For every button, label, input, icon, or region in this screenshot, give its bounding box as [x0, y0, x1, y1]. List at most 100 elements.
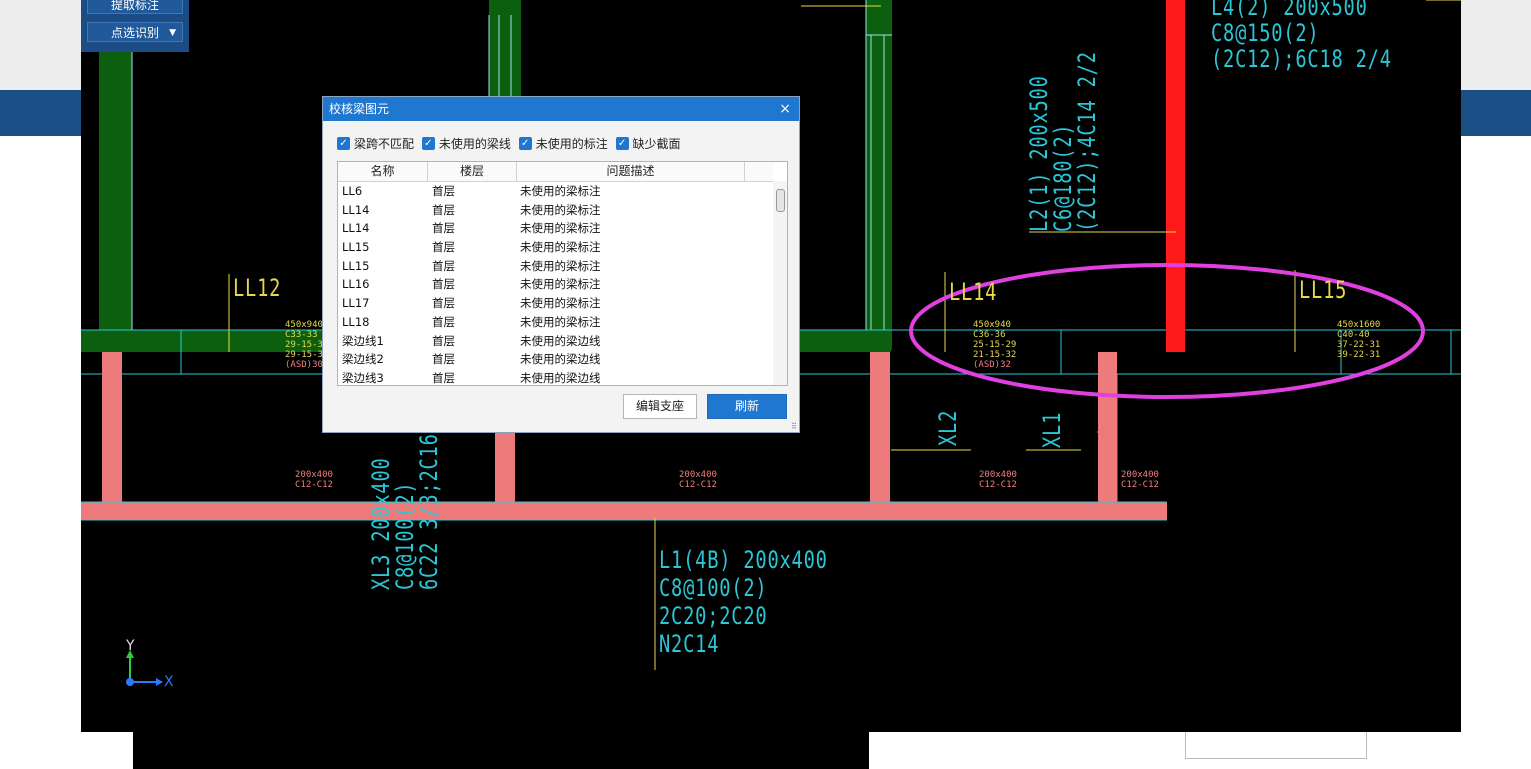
table-row[interactable]: 梁边线3 首层 未使用的梁边线 — [338, 369, 773, 385]
table-row[interactable]: 梁边线2 首层 未使用的梁边线 — [338, 350, 773, 369]
scrollbar-thumb[interactable] — [776, 189, 785, 212]
refresh-button[interactable]: 刷新 — [707, 394, 787, 419]
column-header-floor[interactable]: 楼层 — [428, 162, 517, 181]
table-body: LL6 首层 未使用的梁标注 LL14 首层 未使用的梁标注 LL14 首层 未使用的梁标注 LL… — [338, 182, 773, 385]
cell-name: 梁边线3 — [342, 370, 384, 385]
pink-column-4 — [1098, 352, 1117, 502]
pink-column-1 — [102, 352, 122, 502]
column-header-description[interactable]: 问题描述 — [517, 162, 745, 181]
extract-annotation-button[interactable]: 提取标注 — [87, 0, 183, 14]
cell-name: LL15 — [342, 240, 370, 255]
axis-x-label: X — [164, 674, 174, 690]
beam-section-text-3: 200x400 C12-C12 — [979, 470, 1017, 490]
cell-description: 未使用的梁边线 — [520, 352, 601, 367]
axis-y-label: Y — [126, 638, 135, 654]
close-icon[interactable]: × — [779, 97, 791, 121]
ll14-section-text: 450x940 C36-36 25-15-29 21-15-32 (ASD)32 — [973, 320, 1017, 370]
beam-section-text-1: 200x400 C12-C12 — [295, 470, 333, 490]
cell-description: 未使用的梁标注 — [520, 184, 601, 198]
cell-name: 梁边线1 — [342, 333, 384, 348]
cell-name: 梁边线2 — [342, 352, 384, 367]
cell-floor: 首层 — [432, 258, 455, 273]
table-row[interactable]: LL14 首层 未使用的梁标注 — [338, 201, 773, 220]
green-wall-right — [866, 0, 892, 350]
cell-description: 未使用的梁边线 — [520, 370, 601, 385]
filter-unused-beamline-checkbox[interactable]: ✓ 未使用的梁线 — [421, 135, 511, 152]
problem-table: 名称 楼层 问题描述 LL6 首层 未使用的梁标注 LL14 首层 未使用的梁标注 LL14… — [337, 161, 788, 386]
cell-floor: 首层 — [432, 221, 455, 236]
green-wall-left — [99, 0, 132, 350]
background-canvas-strip — [133, 730, 869, 769]
dropdown-caret-icon: ▼ — [169, 28, 176, 38]
cell-floor: 首层 — [432, 314, 455, 329]
checkmark-icon: ✓ — [337, 137, 350, 150]
ll15-label: LL15 — [1299, 276, 1348, 304]
cell-name: LL14 — [342, 202, 370, 217]
cell-floor: 首层 — [432, 296, 455, 311]
extract-annotation-label: 提取标注 — [110, 0, 159, 12]
table-row[interactable]: LL6 首层 未使用的梁标注 — [338, 182, 773, 201]
cell-floor: 首层 — [432, 333, 455, 348]
l2-annotation: L2(1) 200x500 C6@180(2) (2C12);4C14 2/2 — [1025, 51, 1101, 232]
point-recognize-label: 点选识别 — [110, 26, 159, 40]
filter-span-mismatch-checkbox[interactable]: ✓ 梁跨不匹配 — [337, 135, 414, 152]
cell-floor: 首层 — [432, 370, 455, 385]
check-beam-dialog: 校核梁图元 × ✓ 梁跨不匹配 ✓ 未使用的梁线 ✓ 未使用的标注 ✓ 缺少截面 名称 … — [322, 96, 800, 433]
cell-floor: 首层 — [432, 277, 455, 292]
cell-floor: 首层 — [432, 202, 455, 217]
resize-grip-icon[interactable]: ⠿ — [791, 422, 797, 431]
column-header-name[interactable]: 名称 — [338, 162, 428, 181]
pink-column-3 — [870, 352, 890, 502]
checkmark-icon: ✓ — [518, 137, 532, 150]
dialog-title: 校核梁图元 — [329, 102, 390, 116]
dialog-title-bar[interactable]: 校核梁图元 × — [323, 97, 799, 121]
cell-description: 未使用的梁边线 — [520, 333, 601, 348]
xl2-label: XL2 — [934, 409, 962, 446]
cell-description: 未使用的梁标注 — [520, 202, 601, 217]
cell-description: 未使用的梁标注 — [520, 240, 601, 255]
l4-annotation: L4(2) 200x500 C8@150(2) (2C12);6C18 2/4 — [1211, 0, 1392, 73]
ll14-label: LL14 — [949, 278, 998, 306]
beam-section-text-4: 200x400 C12-C12 — [1121, 470, 1159, 490]
cell-name: LL16 — [342, 277, 370, 292]
table-row[interactable]: 梁边线1 首层 未使用的梁边线 — [338, 332, 773, 351]
l1-annotation: L1(4B) 200x400 C8@100(2) 2C20;2C20 N2C14 — [659, 546, 828, 658]
cell-name: LL15 — [342, 258, 370, 273]
cell-description: 未使用的梁标注 — [520, 258, 601, 273]
red-column — [1166, 0, 1185, 352]
filter-unused-annotation-checkbox[interactable]: ✓ 未使用的标注 — [518, 135, 608, 152]
table-row[interactable]: LL17 首层 未使用的梁标注 — [338, 294, 773, 313]
xl1-label: XL1 — [1038, 411, 1066, 448]
xl3-annotation: XL3 200x400 C8@100(2) 6C22 3/3;2C16 — [367, 433, 443, 590]
checkmark-icon: ✓ — [615, 137, 629, 150]
table-row[interactable]: LL15 首层 未使用的梁标注 — [338, 257, 773, 276]
cell-name: LL14 — [342, 221, 370, 236]
ll15-section-text: 450x1600 C40-40 37-22-31 39-22-31 — [1337, 320, 1381, 360]
table-scrollbar[interactable] — [773, 181, 787, 385]
point-recognize-button[interactable]: 点选识别 ▼ — [87, 22, 183, 42]
filter-checkbox-row: ✓ 梁跨不匹配 ✓ 未使用的梁线 ✓ 未使用的标注 ✓ 缺少截面 — [337, 135, 685, 153]
filter-missing-section-checkbox[interactable]: ✓ 缺少截面 — [615, 135, 681, 152]
edit-support-button[interactable]: 编辑支座 — [623, 394, 697, 419]
pink-beam-horizontal — [81, 502, 1167, 520]
cell-name: LL17 — [342, 296, 370, 311]
green-wall-mid — [489, 0, 521, 100]
cell-name: LL6 — [342, 184, 363, 198]
checkmark-icon: ✓ — [421, 137, 435, 150]
table-row[interactable]: LL16 首层 未使用的梁标注 — [338, 275, 773, 294]
cell-description: 未使用的梁标注 — [520, 296, 601, 311]
cell-description: 未使用的梁标注 — [520, 221, 601, 236]
table-header: 名称 楼层 问题描述 — [338, 162, 773, 182]
cell-floor: 首层 — [432, 240, 455, 255]
cell-description: 未使用的梁标注 — [520, 314, 601, 329]
cell-description: 未使用的梁标注 — [520, 277, 601, 292]
cell-name: LL18 — [342, 314, 370, 329]
table-row[interactable]: LL15 首层 未使用的梁标注 — [338, 238, 773, 257]
ll12-label: LL12 — [233, 274, 282, 302]
table-row[interactable]: LL18 首层 未使用的梁标注 — [338, 313, 773, 332]
cell-floor: 首层 — [432, 352, 455, 367]
beam-section-text-2: 200x400 C12-C12 — [679, 470, 717, 490]
table-row[interactable]: LL14 首层 未使用的梁标注 — [338, 219, 773, 238]
tool-panel: 提取标注 点选识别 ▼ — [81, 0, 189, 52]
cell-floor: 首层 — [432, 184, 455, 198]
